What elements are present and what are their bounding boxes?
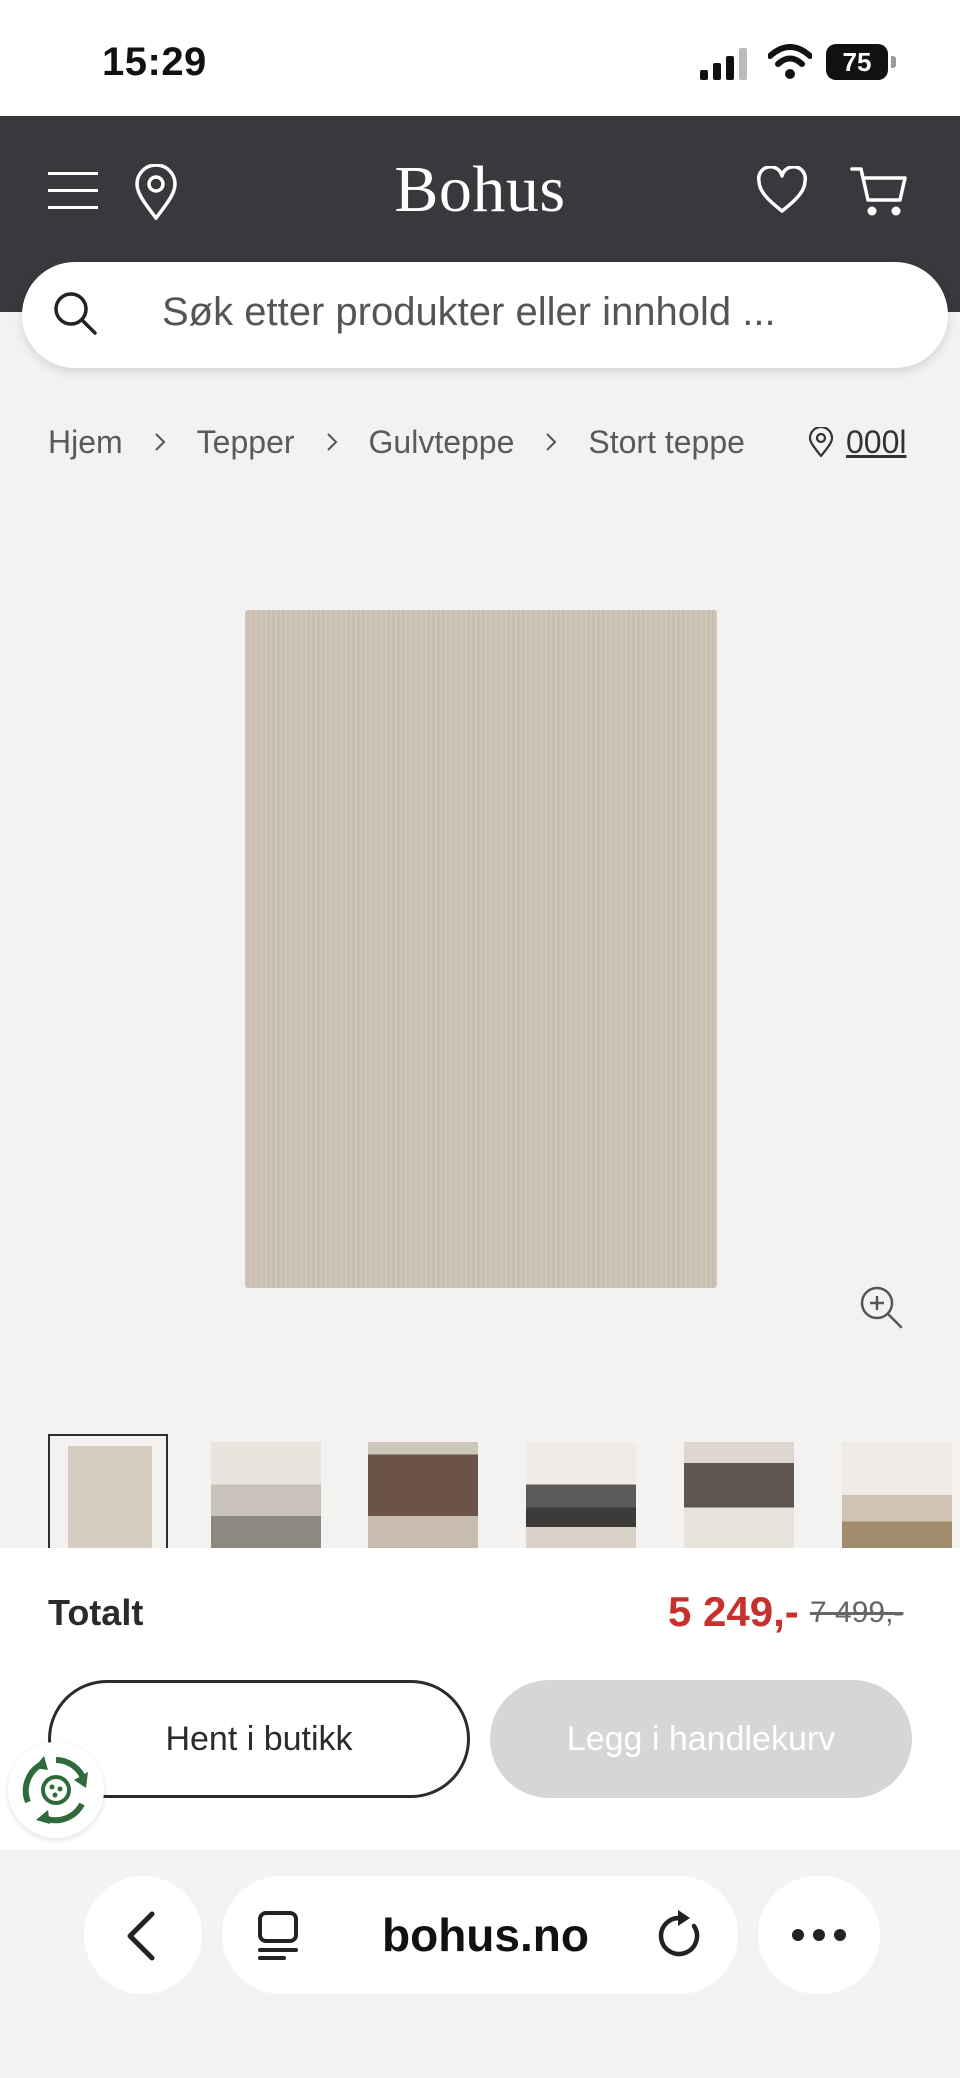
thumbnail-4[interactable] — [526, 1442, 636, 1548]
store-selector[interactable]: 000l — [808, 420, 907, 464]
recycle-badge[interactable] — [8, 1742, 104, 1838]
battery-icon: 75 — [826, 44, 896, 80]
recycle-icon — [22, 1756, 88, 1824]
signal-icon — [700, 48, 747, 80]
wifi-icon — [768, 44, 812, 79]
status-time: 15:29 — [102, 40, 207, 84]
thumbnail-3[interactable] — [368, 1442, 478, 1548]
tabs-icon — [258, 1911, 298, 1960]
site-logo[interactable]: Bohus — [380, 152, 580, 228]
breadcrumb-item-gulvteppe[interactable]: Gulvteppe — [369, 424, 515, 461]
zoom-in-icon[interactable] — [858, 1284, 904, 1330]
breadcrumb-item-hjem[interactable]: Hjem — [48, 424, 123, 461]
reload-icon[interactable] — [656, 1910, 704, 1960]
chevron-right-icon — [546, 433, 557, 451]
more-icon — [792, 1929, 846, 1941]
store-code[interactable]: 000l — [846, 424, 907, 461]
chevron-left-icon — [127, 1911, 155, 1961]
product-page: 15:29 75 Bohus Søk etter produkter eller… — [0, 0, 960, 2078]
heart-icon[interactable] — [756, 166, 808, 214]
thumbnail-1[interactable] — [48, 1434, 168, 1548]
thumbnail-5[interactable] — [684, 1442, 794, 1548]
breadcrumb-item-tepper[interactable]: Tepper — [197, 424, 295, 461]
breadcrumb-item-stort-teppe[interactable]: Stort teppe — [588, 424, 745, 461]
product-image[interactable] — [245, 610, 717, 1288]
breadcrumb: Hjem Tepper Gulvteppe Stort teppe — [48, 420, 745, 464]
original-price: 7 499,- — [810, 1596, 904, 1629]
location-pin-icon — [808, 427, 834, 457]
location-pin-icon[interactable] — [134, 164, 178, 220]
search-icon — [54, 292, 97, 335]
chevron-right-icon — [326, 433, 337, 451]
total-label: Totalt — [48, 1592, 144, 1633]
thumbnail-6[interactable] — [842, 1442, 952, 1548]
browser-url: bohus.no — [382, 1909, 589, 1961]
search-placeholder: Søk etter produkter eller innhold ... — [162, 290, 776, 334]
thumbnail-strip — [48, 1434, 960, 1548]
chevron-right-icon — [154, 433, 166, 451]
thumbnail-2[interactable] — [211, 1442, 321, 1548]
status-bar: 15:29 75 — [0, 0, 960, 116]
current-price: 5 249,- — [668, 1588, 799, 1635]
cart-icon[interactable] — [850, 164, 908, 218]
battery-level: 75 — [826, 44, 888, 80]
menu-icon[interactable] — [48, 170, 98, 212]
pickup-in-store-button[interactable]: Hent i butikk — [48, 1680, 470, 1798]
add-to-cart-button[interactable]: Legg i handlekurv — [490, 1680, 912, 1798]
